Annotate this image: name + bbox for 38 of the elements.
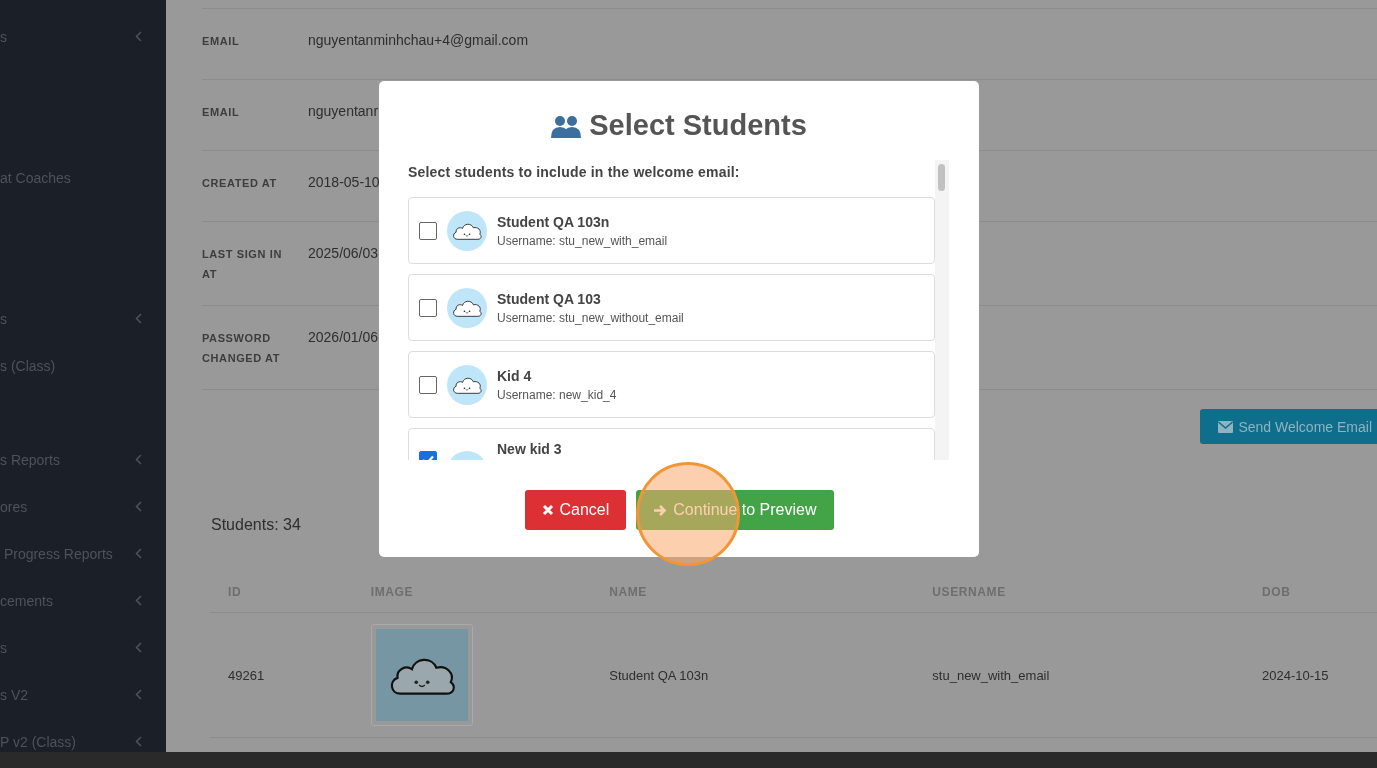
- student-name: New kid 3: [497, 441, 562, 457]
- users-icon: [551, 113, 582, 138]
- close-icon: [541, 504, 554, 516]
- detail-label: LAST SIGN IN AT: [202, 247, 283, 282]
- detail-label: EMAIL: [202, 105, 241, 120]
- student-card[interactable]: Kid 4 Username: new_kid_4: [408, 351, 935, 418]
- student-username: Username: stu_new_with_email: [497, 233, 668, 248]
- detail-label: PASSWORD CHANGED AT: [202, 331, 282, 366]
- students-count: Students: 34: [211, 516, 302, 534]
- detail-value: 2018-05-10: [308, 173, 380, 191]
- dialog-instructions: Select students to include in the welcome email:: [408, 164, 740, 180]
- student-card[interactable]: Student QA 103 Username: stu_new_without_email: [408, 274, 935, 341]
- student-name: Student QA 103n: [497, 213, 611, 230]
- table-cell: 49261: [228, 667, 265, 683]
- detail-value: nguyentanminhchau+4@gmail.com: [308, 31, 529, 49]
- student-name: Kid 4: [497, 367, 533, 384]
- continue-button[interactable]: Continue to Preview: [636, 490, 834, 530]
- dialog-title: Select Students: [589, 109, 807, 142]
- student-username: Username: new_kid_4: [497, 387, 617, 402]
- send-welcome-email-button[interactable]: Send Welcome Email: [1200, 409, 1377, 444]
- cancel-button[interactable]: Cancel: [524, 490, 627, 530]
- detail-value: nguyentanr: [308, 102, 379, 120]
- checkbox[interactable]: [419, 298, 437, 317]
- student-card[interactable]: Student QA 103n Username: stu_new_with_email: [408, 197, 935, 264]
- arrow-right-icon: [653, 503, 668, 517]
- checkbox[interactable]: [419, 221, 437, 240]
- detail-value: 2026/01/06: [308, 328, 379, 346]
- table-cell: stu_new_with_email: [932, 667, 1050, 683]
- detail-label: EMAIL: [202, 34, 241, 49]
- table-cell: Student QA 103n: [609, 667, 709, 683]
- detail-value: 2025/06/03: [308, 244, 379, 262]
- student-name: Student QA 103: [497, 290, 602, 307]
- detail-label: CREATED AT: [202, 176, 278, 191]
- table-cell: 2024-10-15: [1262, 667, 1329, 683]
- scrollbar-thumb[interactable]: [938, 164, 945, 191]
- envelope-icon: [1218, 420, 1234, 433]
- checkbox[interactable]: [419, 375, 437, 394]
- student-username: Username: stu_new_without_email: [497, 310, 684, 325]
